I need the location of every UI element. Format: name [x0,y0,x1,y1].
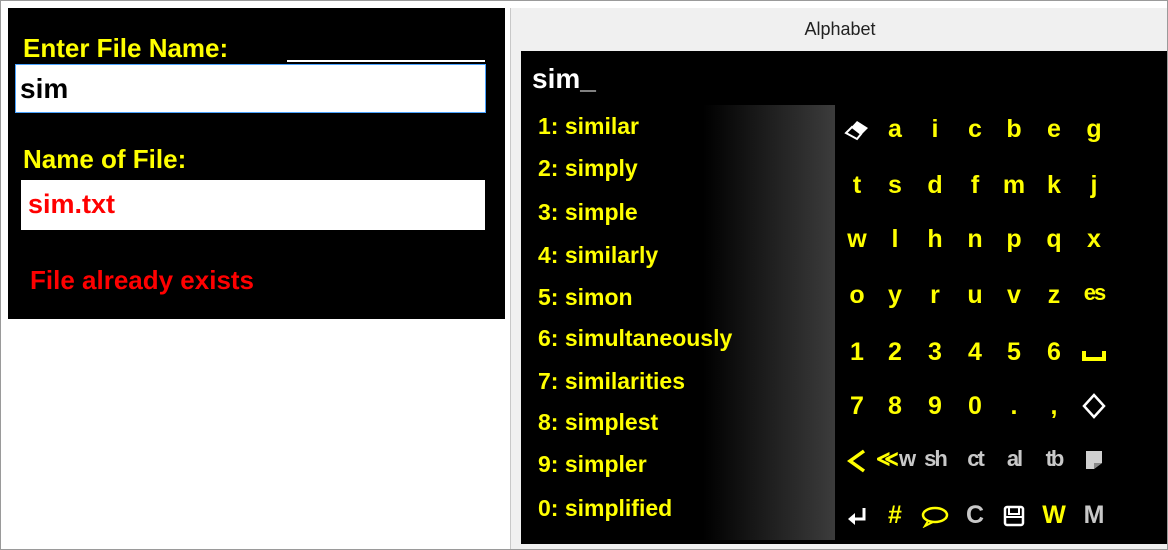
prediction-item[interactable]: 4: similarly [538,241,658,269]
key-p[interactable]: p [994,217,1034,261]
key-f[interactable]: f [955,163,995,207]
combo-w-key[interactable]: ≪w [875,437,916,481]
key-h[interactable]: h [915,217,955,261]
file-name-input[interactable]: sim [15,64,486,113]
window-title: Alphabet [804,19,876,39]
prediction-item[interactable]: 2: simply [538,154,638,182]
name-of-file-label: Name of File: [23,144,187,174]
key-7[interactable]: 7 [837,384,877,428]
prediction-item[interactable]: 5: simon [538,283,633,311]
key-1[interactable]: 1 [837,330,877,374]
entry-underline [287,60,485,62]
combo-sh-key[interactable]: sh [915,437,955,481]
key-hash[interactable]: # [875,493,915,537]
key-w[interactable]: w [837,217,877,261]
key-b[interactable]: b [994,107,1034,151]
key-q[interactable]: q [1034,217,1074,261]
key-c-upper[interactable]: C [955,493,995,537]
key-t[interactable]: t [837,163,877,207]
key-u[interactable]: u [955,273,995,317]
speech-bubble-icon[interactable] [915,495,955,539]
key-m[interactable]: m [994,163,1034,207]
key-s[interactable]: s [875,163,915,207]
key-5[interactable]: 5 [994,330,1034,374]
key-w-upper[interactable]: W [1034,493,1074,537]
space-key[interactable] [1074,330,1114,374]
word-prediction-list: 1: similar 2: simply 3: simple 4: simila… [521,105,835,540]
key-d[interactable]: d [915,163,955,207]
diamond-icon[interactable] [1074,384,1114,428]
key-z[interactable]: z [1034,273,1074,317]
enter-icon[interactable] [837,495,877,539]
keyboard-surface: sim_ 1: similar 2: simply 3: simple 4: s… [521,51,1168,544]
combo-al-key[interactable]: al [994,437,1034,481]
key-4[interactable]: 4 [955,330,995,374]
combo-ct-key[interactable]: ct [955,437,995,481]
key-period[interactable]: . [994,384,1034,428]
key-es[interactable]: es [1074,271,1114,315]
prediction-item[interactable]: 9: simpler [538,450,647,478]
key-o[interactable]: o [837,273,877,317]
key-8[interactable]: 8 [875,384,915,428]
eraser-icon[interactable] [837,107,877,151]
key-j[interactable]: j [1074,163,1114,207]
prediction-item[interactable]: 7: similarities [538,367,685,395]
save-icon[interactable] [994,495,1034,539]
file-name-panel: Enter File Name: sim Name of File: sim.t… [8,8,505,319]
key-6[interactable]: 6 [1034,330,1074,374]
prediction-item[interactable]: 0: simplified [538,494,672,522]
key-comma[interactable]: , [1034,384,1074,428]
resulting-file-name: sim.txt [21,180,485,230]
key-n[interactable]: n [955,217,995,261]
key-y[interactable]: y [875,273,915,317]
prediction-item[interactable]: 1: similar [538,112,639,140]
key-k[interactable]: k [1034,163,1074,207]
key-x[interactable]: x [1074,217,1114,261]
key-a[interactable]: a [875,107,915,151]
key-3[interactable]: 3 [915,330,955,374]
file-exists-error: File already exists [30,265,255,295]
key-v[interactable]: v [994,273,1034,317]
key-c[interactable]: c [955,107,995,151]
enter-file-name-label: Enter File Name: [23,33,229,63]
key-r[interactable]: r [915,273,955,317]
key-m-upper[interactable]: M [1074,493,1114,537]
prediction-item[interactable]: 8: simplest [538,408,658,436]
back-arrow-icon[interactable] [837,439,877,483]
key-l[interactable]: l [875,217,915,261]
key-i[interactable]: i [915,107,955,151]
prediction-item[interactable]: 6: simultaneously [538,324,732,352]
key-g[interactable]: g [1074,107,1114,151]
alphabet-window: Alphabet sim_ 1: similar 2: simply 3: si… [510,8,1168,550]
note-icon[interactable] [1074,439,1114,483]
combo-tb-key[interactable]: tb [1034,437,1074,481]
key-2[interactable]: 2 [875,330,915,374]
typed-text-display: sim_ [532,63,596,94]
key-9[interactable]: 9 [915,384,955,428]
key-0[interactable]: 0 [955,384,995,428]
prediction-item[interactable]: 3: simple [538,198,638,226]
key-e[interactable]: e [1034,107,1074,151]
combo-w-label: w [898,446,916,471]
